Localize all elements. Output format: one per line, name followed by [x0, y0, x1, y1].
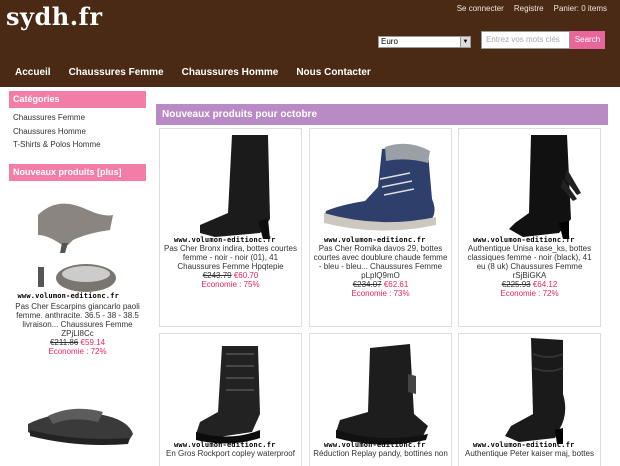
product-card[interactable]: www.volumon-editionc.fr Authentique Pete… — [458, 333, 601, 466]
old-price: €234.07 — [352, 280, 382, 289]
economy-label: Economie : 75% — [201, 280, 260, 289]
nav-chaussures-femme[interactable]: Chaussures Femme — [69, 62, 164, 87]
image-watermark: www.volumon-editionc.fr — [17, 291, 120, 300]
chevron-down-icon: ▼ — [460, 37, 470, 47]
category-item[interactable]: T-Shirts & Polos Homme — [13, 138, 142, 152]
image-watermark: www.volumon-editionc.fr — [324, 236, 426, 244]
image-watermark: www.volumon-editionc.fr — [473, 236, 575, 244]
image-watermark: www.volumon-editionc.fr — [174, 441, 276, 449]
nav-chaussures-homme[interactable]: Chaussures Homme — [182, 62, 279, 87]
main-title: Nouveaux produits pour octobre — [156, 104, 608, 125]
product-card[interactable]: www.volumon-editionc.fr Pas Cher Bronx i… — [159, 128, 302, 327]
product-card[interactable]: www.volumon-editionc.fr Réduction Replay… — [309, 333, 452, 466]
site-logo[interactable]: sydh.fr — [6, 2, 103, 31]
product-image[interactable]: www.volumon-editionc.fr — [310, 334, 451, 449]
cart-link[interactable]: Panier: 0 items — [554, 4, 607, 13]
header: sydh.fr Se connecter Registre Panier: 0 … — [0, 0, 620, 87]
economy-label: Economie : 72% — [48, 346, 107, 356]
economy-label: Economie : 73% — [351, 289, 410, 298]
old-price: €225.93 — [501, 280, 531, 289]
old-price: €211.86 — [49, 337, 79, 347]
search-input[interactable]: Entrez vos mots clés — [481, 31, 570, 49]
product-image[interactable]: www.volumon-editionc.fr — [160, 129, 301, 244]
product-title[interactable]: Authentique Peter kaiser maj, bottes — [459, 449, 600, 458]
register-link[interactable]: Registre — [514, 4, 544, 13]
category-list: Chaussures Femme Chaussures Homme T-Shir… — [9, 108, 146, 155]
product-image[interactable]: www.volumon-editionc.fr — [160, 334, 301, 449]
product-image[interactable]: www.volumon-editionc.fr — [459, 334, 600, 449]
economy-label: Economie : 72% — [500, 289, 559, 298]
product-card[interactable]: www.volumon-editionc.fr Pas Cher Romika … — [309, 128, 452, 327]
nav-accueil[interactable]: Accueil — [15, 62, 51, 87]
old-price: €243.79 — [202, 271, 232, 280]
product-title[interactable]: Authentique Unisa kase_ks, bottes classi… — [459, 244, 600, 280]
categories-heading: Catégories — [9, 91, 146, 108]
product-image[interactable]: www.volumon-editionc.fr — [310, 129, 451, 244]
new-price: €59.14 — [80, 337, 106, 347]
product-title[interactable]: En Gros Rockport copley waterproof — [160, 449, 301, 458]
product-image[interactable]: www.volumon-editionc.fr — [18, 185, 138, 300]
product-title[interactable]: Pas Cher Romika davos 29, bottes courtes… — [310, 244, 451, 280]
new-price: €64.12 — [532, 280, 558, 289]
sidebar-product[interactable]: www.volumon-editionc.fr Pas Cher Escarpi… — [9, 185, 146, 466]
product-title[interactable]: Réduction Replay pandy, bottines non — [310, 449, 451, 458]
login-link[interactable]: Se connecter — [457, 4, 504, 13]
product-image[interactable] — [18, 364, 138, 466]
image-watermark: www.volumon-editionc.fr — [473, 441, 575, 449]
category-item[interactable]: Chaussures Femme — [13, 111, 142, 125]
search-button[interactable]: Search — [570, 31, 605, 49]
image-watermark: www.volumon-editionc.fr — [324, 441, 426, 449]
category-item[interactable]: Chaussures Homme — [13, 125, 142, 139]
product-title[interactable]: Pas Cher Bronx indira, bottes courtes fe… — [160, 244, 301, 271]
image-watermark: www.volumon-editionc.fr — [174, 236, 276, 244]
sidebar: Catégories Chaussures Femme Chaussures H… — [9, 91, 146, 466]
product-card[interactable]: www.volumon-editionc.fr En Gros Rockport… — [159, 333, 302, 466]
main-nav: Accueil Chaussures Femme Chaussures Homm… — [0, 62, 374, 87]
product-image[interactable]: www.volumon-editionc.fr — [459, 129, 600, 244]
new-price: €62.61 — [383, 280, 409, 289]
currency-value: Euro — [381, 37, 398, 46]
new-price: €60.70 — [233, 271, 259, 280]
currency-select[interactable]: Euro ▼ — [378, 36, 471, 48]
nav-contact[interactable]: Nous Contacter — [296, 62, 370, 87]
product-card[interactable]: www.volumon-editionc.fr Authentique Unis… — [458, 128, 601, 327]
product-title[interactable]: Pas Cher Escarpins giancarlo paoli femme… — [9, 302, 146, 338]
top-links: Se connecter Registre Panier: 0 items — [457, 4, 607, 13]
new-products-heading[interactable]: Nouveaux produits [plus] — [9, 163, 146, 181]
